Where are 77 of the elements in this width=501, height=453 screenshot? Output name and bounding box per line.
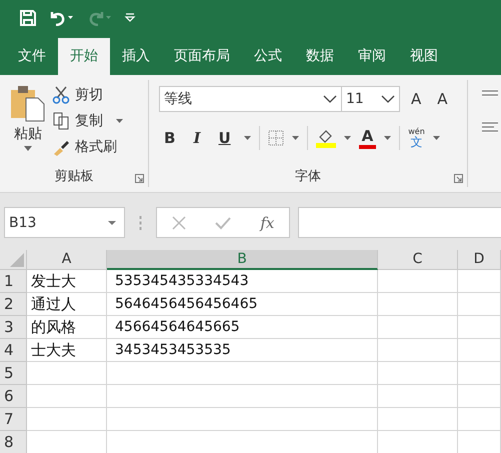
font-size-dropdown[interactable]: 11 bbox=[342, 86, 400, 112]
row-header[interactable]: 1 bbox=[0, 270, 27, 293]
row-header[interactable]: 7 bbox=[0, 408, 27, 431]
font-color-button[interactable]: A bbox=[358, 128, 376, 148]
dialog-launcher-icon[interactable] bbox=[135, 174, 144, 183]
ribbon-tab[interactable]: 数据 bbox=[294, 38, 346, 75]
caret-icon[interactable] bbox=[244, 136, 251, 140]
row-header[interactable]: 2 bbox=[0, 293, 27, 316]
empty-cell bbox=[458, 270, 501, 293]
row-header[interactable]: 6 bbox=[0, 385, 27, 408]
column-header[interactable]: A bbox=[27, 250, 107, 270]
customize-icon[interactable] bbox=[124, 12, 136, 24]
empty-cell bbox=[458, 339, 501, 362]
caret-icon bbox=[116, 119, 123, 123]
caret-icon[interactable] bbox=[384, 136, 392, 140]
paintbrush-icon bbox=[52, 138, 70, 156]
table-cell: 5646456456456465 bbox=[107, 293, 378, 316]
undo-icon[interactable] bbox=[48, 10, 74, 26]
empty-cell bbox=[458, 385, 501, 408]
scissors-icon bbox=[52, 86, 70, 104]
group-label: 剪贴板 bbox=[54, 168, 94, 185]
underline-button[interactable]: U bbox=[213, 129, 236, 147]
name-box[interactable]: B13 bbox=[4, 207, 125, 238]
grip-icon bbox=[139, 216, 142, 230]
font-name-dropdown[interactable]: 等线 bbox=[159, 86, 342, 112]
check-icon[interactable] bbox=[214, 216, 231, 230]
column-header[interactable]: C bbox=[378, 250, 458, 270]
ribbon-tab[interactable]: 插入 bbox=[110, 38, 162, 75]
group-label: 字体 bbox=[295, 168, 321, 185]
caret-icon[interactable] bbox=[344, 136, 351, 140]
ribbon-tab[interactable]: 审阅 bbox=[346, 38, 398, 75]
fill-color-icon[interactable] bbox=[316, 128, 336, 148]
paste-button[interactable]: 粘贴 bbox=[0, 80, 52, 165]
table-cell: 士大夫 bbox=[27, 339, 107, 362]
copy-icon bbox=[52, 112, 70, 130]
insert-function-button[interactable]: fx bbox=[260, 214, 274, 232]
align-left-icon[interactable] bbox=[482, 122, 498, 132]
table-cell: 535345435334543 bbox=[107, 270, 378, 293]
bold-button[interactable]: B bbox=[159, 129, 180, 147]
dialog-launcher-icon[interactable] bbox=[454, 174, 463, 183]
empty-cell bbox=[458, 362, 501, 385]
clipboard-icon bbox=[10, 84, 46, 122]
empty-cell bbox=[458, 408, 501, 431]
formula-input[interactable] bbox=[298, 207, 501, 238]
caret-icon bbox=[108, 220, 116, 224]
italic-button[interactable]: I bbox=[188, 129, 206, 147]
ribbon-tab[interactable]: 页面布局 bbox=[162, 38, 242, 75]
phonetic-button[interactable]: wén 文 bbox=[408, 128, 425, 148]
ribbon-tab[interactable]: 开始 bbox=[58, 38, 110, 75]
chevron-down-icon bbox=[323, 94, 337, 104]
chevron-down-icon bbox=[381, 94, 395, 104]
row-header[interactable]: 5 bbox=[0, 362, 27, 385]
grow-font-button[interactable]: A bbox=[406, 90, 426, 108]
empty-cell bbox=[458, 293, 501, 316]
row-header[interactable]: 4 bbox=[0, 339, 27, 362]
column-header[interactable]: D bbox=[458, 250, 501, 270]
row-header[interactable]: 3 bbox=[0, 316, 27, 339]
row-header[interactable]: 8 bbox=[0, 431, 27, 453]
table-cell: 的风格 bbox=[27, 316, 107, 339]
caret-icon[interactable] bbox=[292, 136, 299, 140]
borders-icon[interactable] bbox=[268, 130, 284, 146]
ribbon-tab[interactable]: 文件 bbox=[6, 38, 58, 75]
ribbon-tab[interactable]: 视图 bbox=[398, 38, 450, 75]
empty-cell bbox=[458, 316, 501, 339]
table-cell: 3453453453535 bbox=[107, 339, 378, 362]
table-cell: 45664564645665 bbox=[107, 316, 378, 339]
format-painter-button[interactable]: 格式刷 bbox=[52, 136, 123, 158]
table-cell: 发士大 bbox=[27, 270, 107, 293]
caret-icon bbox=[24, 146, 32, 151]
caret-icon[interactable] bbox=[432, 136, 440, 140]
copy-button[interactable]: 复制 bbox=[52, 110, 123, 132]
save-icon[interactable] bbox=[20, 10, 36, 26]
column-header[interactable]: B bbox=[107, 250, 378, 270]
shrink-font-button[interactable]: A bbox=[432, 90, 453, 108]
table-cell: 通过人 bbox=[27, 293, 107, 316]
ribbon-tab[interactable]: 公式 bbox=[242, 38, 294, 75]
cut-button[interactable]: 剪切 bbox=[52, 84, 123, 106]
